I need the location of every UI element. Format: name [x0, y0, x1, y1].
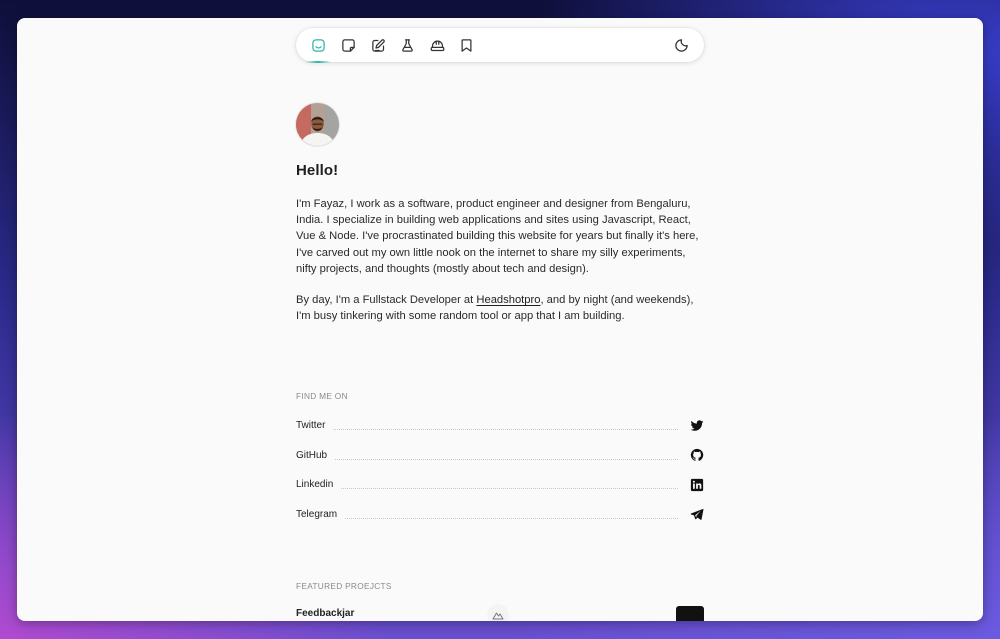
nav-home-button[interactable]	[305, 36, 331, 63]
dotted-divider	[345, 517, 678, 519]
social-link-twitter[interactable]: Twitter	[296, 411, 704, 441]
dotted-divider	[333, 429, 678, 431]
nav-bookmarks-button[interactable]	[457, 36, 475, 54]
avatar	[296, 103, 339, 146]
edit-icon	[371, 38, 385, 52]
nav-lab-button[interactable]	[398, 36, 416, 54]
theme-toggle-button[interactable]	[672, 36, 690, 54]
telegram-icon	[690, 509, 704, 521]
smile-icon	[311, 38, 325, 52]
bio: I'm Fayaz, I work as a software, product…	[296, 196, 704, 339]
page-title: Hello!	[296, 162, 339, 179]
mountain-logo-icon	[492, 612, 504, 620]
projects-heading: FEATURED PROEJCTS	[296, 581, 392, 591]
headshotpro-link[interactable]: Headshotpro	[476, 294, 540, 306]
content-column: Hello! I'm Fayaz, I work as a software, …	[296, 18, 704, 621]
nav-stack-button[interactable]	[428, 36, 446, 54]
social-label: Linkedin	[296, 479, 334, 491]
project-item-feedbackjar[interactable]: Feedbackjar	[296, 604, 704, 621]
social-label: Twitter	[296, 420, 326, 432]
flask-icon	[401, 38, 413, 52]
project-thumbnail	[676, 606, 704, 621]
bio-paragraph: I'm Fayaz, I work as a software, product…	[296, 198, 699, 275]
nav-notes-button[interactable]	[339, 36, 357, 54]
twitter-icon	[690, 420, 704, 431]
github-icon	[690, 449, 704, 462]
social-links-list: Twitter GitHub Linkedin Telegram	[296, 411, 704, 529]
dotted-divider	[341, 488, 678, 490]
browser-window: Hello! I'm Fayaz, I work as a software, …	[17, 18, 983, 621]
social-label: GitHub	[296, 449, 328, 461]
social-link-github[interactable]: GitHub	[296, 441, 704, 471]
social-label: Telegram	[296, 508, 338, 520]
avatar-photo	[296, 103, 339, 146]
project-name: Feedbackjar	[296, 608, 355, 619]
linkedin-icon	[690, 478, 704, 491]
nav-writing-button[interactable]	[369, 36, 387, 54]
project-logo	[487, 604, 509, 621]
social-link-linkedin[interactable]: Linkedin	[296, 470, 704, 500]
dotted-divider	[335, 458, 678, 460]
hard-hat-icon	[430, 40, 444, 51]
bio-paragraph: By day, I'm a Fullstack Developer at Hea…	[296, 294, 694, 323]
moon-icon	[674, 38, 688, 52]
bookmark-icon	[461, 38, 471, 52]
top-nav	[296, 28, 704, 63]
sticky-note-icon	[341, 38, 355, 52]
socials-heading: FIND ME ON	[296, 391, 348, 401]
social-link-telegram[interactable]: Telegram	[296, 500, 704, 530]
